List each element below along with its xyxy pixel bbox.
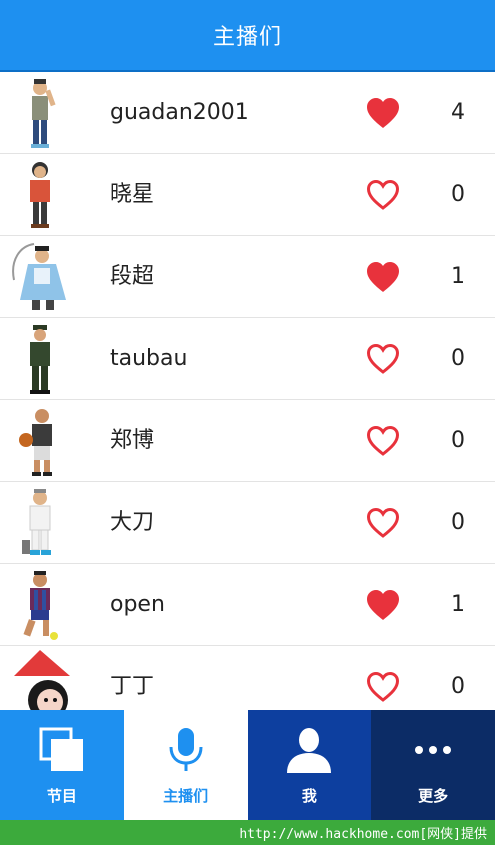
anchor-row[interactable]: open 1 — [0, 564, 495, 646]
like-count: 0 — [451, 510, 465, 535]
like-count: 1 — [451, 592, 465, 617]
anchor-row[interactable]: 晓星 0 — [0, 154, 495, 236]
anchor-name: guadan2001 — [110, 100, 249, 125]
anchor-list[interactable]: guadan2001 4 晓星 0 段超 1 taubau 0 郑博 0 大刀 … — [0, 72, 495, 710]
like-count: 0 — [451, 182, 465, 207]
anchor-name: 丁丁 — [110, 674, 155, 699]
heart-filled-icon[interactable] — [365, 96, 401, 130]
anchor-name: taubau — [110, 346, 188, 371]
avatar — [10, 240, 76, 314]
avatar — [10, 650, 76, 710]
tab-label: 更多 — [418, 786, 449, 805]
anchor-name: 段超 — [110, 264, 155, 289]
heart-outline-icon[interactable] — [365, 506, 401, 540]
avatar — [10, 568, 76, 642]
watermark-text: http://www.hackhome.com[网侠]提供 — [239, 827, 487, 842]
tab-label: 主播们 — [163, 786, 209, 805]
tab-more[interactable]: 更多 — [371, 710, 495, 820]
anchor-row[interactable]: 郑博 0 — [0, 400, 495, 482]
heart-outline-icon[interactable] — [365, 424, 401, 458]
avatar — [10, 404, 76, 478]
heart-outline-icon[interactable] — [365, 670, 401, 704]
like-count: 4 — [451, 100, 465, 125]
anchor-row[interactable]: 丁丁 0 — [0, 646, 495, 710]
microphone-icon — [169, 727, 203, 771]
heart-outline-icon[interactable] — [365, 342, 401, 376]
anchor-name: 晓星 — [110, 182, 155, 207]
avatar — [10, 158, 76, 232]
anchor-row[interactable]: guadan2001 4 — [0, 72, 495, 154]
like-count: 0 — [451, 346, 465, 371]
avatar — [10, 76, 76, 150]
like-count: 0 — [451, 674, 465, 699]
tab-anchors[interactable]: 主播们 — [123, 710, 248, 820]
more-dots-icon — [415, 745, 452, 754]
heart-filled-icon[interactable] — [365, 260, 401, 294]
heart-outline-icon[interactable] — [365, 178, 401, 212]
person-icon — [287, 727, 332, 773]
anchor-row[interactable]: 大刀 0 — [0, 482, 495, 564]
like-count: 0 — [451, 428, 465, 453]
avatar — [10, 486, 76, 560]
watermark-bar: http://www.hackhome.com[网侠]提供 — [0, 820, 495, 845]
programs-icon — [39, 727, 83, 771]
anchor-name: 郑博 — [110, 428, 155, 453]
like-count: 1 — [451, 264, 465, 289]
tab-programs[interactable]: 节目 — [0, 710, 124, 820]
bottom-tab-bar: 节目 主播们 我 更多 — [0, 710, 495, 820]
anchor-row[interactable]: 段超 1 — [0, 236, 495, 318]
anchor-name: 大刀 — [110, 510, 155, 535]
app-header: 主播们 — [0, 0, 495, 72]
anchor-name: open — [110, 592, 165, 617]
tab-label: 我 — [301, 786, 317, 805]
tab-me[interactable]: 我 — [247, 710, 372, 820]
tab-label: 节目 — [46, 786, 77, 805]
avatar — [10, 322, 76, 396]
heart-filled-icon[interactable] — [365, 588, 401, 622]
page-title: 主播们 — [212, 25, 282, 50]
anchor-row[interactable]: taubau 0 — [0, 318, 495, 400]
